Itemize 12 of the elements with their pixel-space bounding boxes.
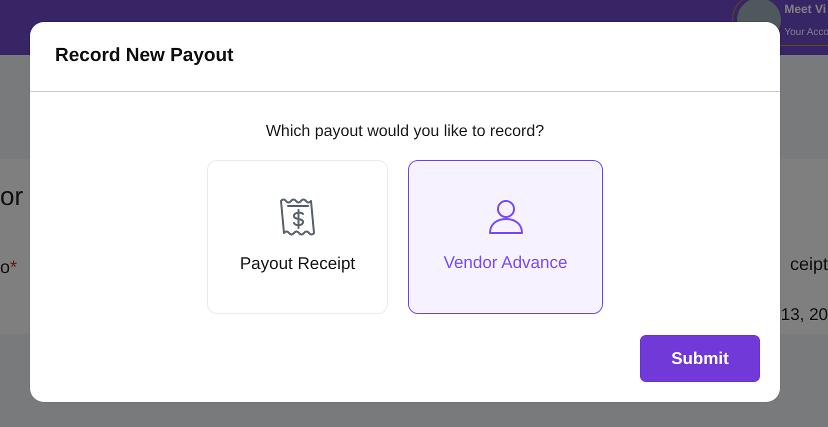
field-label: o* bbox=[0, 256, 18, 279]
person-icon bbox=[486, 198, 524, 236]
payout-option-card[interactable]: Vendor Advance bbox=[408, 160, 603, 314]
column-heading: ceipt bbox=[790, 253, 828, 276]
receipt-dollar-icon bbox=[278, 197, 316, 238]
date-text: 13, 20 bbox=[780, 304, 828, 326]
dialog-question: Which payout would you like to record? bbox=[266, 122, 544, 142]
submit-button[interactable]: Submit bbox=[640, 335, 760, 382]
dialog-title: Record New Payout bbox=[55, 44, 234, 68]
page-heading: or bbox=[0, 180, 24, 213]
payout-option-card[interactable]: Payout Receipt bbox=[207, 160, 388, 314]
user-name: Meet Vi bbox=[784, 1, 828, 18]
